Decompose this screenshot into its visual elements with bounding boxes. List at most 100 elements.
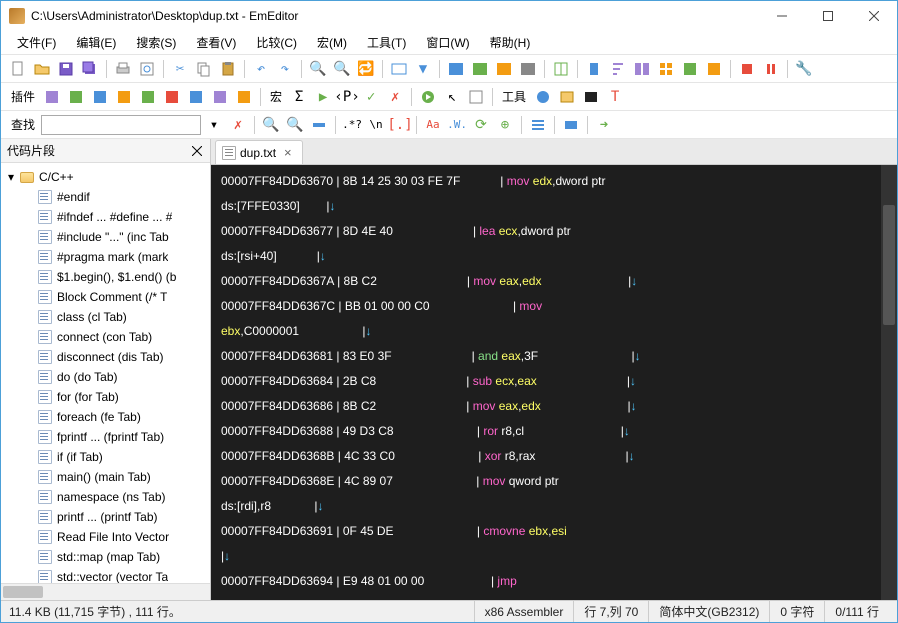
- script-icon[interactable]: [465, 86, 487, 108]
- inc-icon[interactable]: ⊕: [494, 114, 516, 136]
- snippet-item[interactable]: #endif: [1, 187, 210, 207]
- explorer-icon[interactable]: [556, 86, 578, 108]
- snippet-item[interactable]: connect (con Tab): [1, 327, 210, 347]
- bracket-icon[interactable]: [.]: [389, 114, 411, 136]
- findnext-icon[interactable]: 🔍: [331, 58, 353, 80]
- regex-icon[interactable]: .*?: [341, 114, 363, 136]
- saveall-icon[interactable]: [79, 58, 101, 80]
- snippets-tree[interactable]: ▾ C/C++ #endif#ifndef ... #define ... ##…: [1, 163, 210, 583]
- text-icon[interactable]: T: [604, 86, 626, 108]
- snippet-item[interactable]: fprintf ... (fprintf Tab): [1, 427, 210, 447]
- print-icon[interactable]: [112, 58, 134, 80]
- plugin7-icon[interactable]: [185, 86, 207, 108]
- find-close-icon[interactable]: ✗: [227, 114, 249, 136]
- plugin8-icon[interactable]: [209, 86, 231, 108]
- sort-icon[interactable]: [607, 58, 629, 80]
- wrap-icon[interactable]: ⟳: [470, 114, 492, 136]
- snippet-item[interactable]: Block Comment (/* T: [1, 287, 210, 307]
- find-input[interactable]: [41, 115, 201, 135]
- plugin9-icon[interactable]: [233, 86, 255, 108]
- macro-angle-icon[interactable]: ‹P›: [336, 86, 358, 108]
- snippet-item[interactable]: #include "..." (inc Tab: [1, 227, 210, 247]
- snippet-item[interactable]: do (do Tab): [1, 367, 210, 387]
- undo-icon[interactable]: ↶: [250, 58, 272, 80]
- tile-icon[interactable]: [655, 58, 677, 80]
- case-icon[interactable]: Aa: [422, 114, 444, 136]
- plugin2-icon[interactable]: [65, 86, 87, 108]
- run-icon[interactable]: [417, 86, 439, 108]
- paste-icon[interactable]: [217, 58, 239, 80]
- snippet-item[interactable]: foreach (fe Tab): [1, 407, 210, 427]
- escape-icon[interactable]: \n: [365, 114, 387, 136]
- new-icon[interactable]: [7, 58, 29, 80]
- menu-macro[interactable]: 宏(M): [309, 32, 355, 53]
- snippet-item[interactable]: class (cl Tab): [1, 307, 210, 327]
- x1-icon[interactable]: [679, 58, 701, 80]
- editor-vscroll[interactable]: [881, 165, 897, 600]
- settings-icon[interactable]: 🔧: [793, 58, 815, 80]
- sidebar-hscroll[interactable]: [1, 583, 210, 600]
- highlight-icon[interactable]: [308, 114, 330, 136]
- cursor-icon[interactable]: ↖: [441, 86, 463, 108]
- find-icon[interactable]: 🔍: [307, 58, 329, 80]
- menu-edit[interactable]: 编辑(E): [68, 32, 124, 53]
- menu-file[interactable]: 文件(F): [9, 32, 64, 53]
- macro-play-icon[interactable]: ▶: [312, 86, 334, 108]
- grep-icon[interactable]: [388, 58, 410, 80]
- menu-search[interactable]: 搜索(S): [128, 32, 184, 53]
- plugin5-icon[interactable]: [137, 86, 159, 108]
- word-icon[interactable]: .W.: [446, 114, 468, 136]
- macro-x-icon[interactable]: ✗: [384, 86, 406, 108]
- x2-icon[interactable]: [703, 58, 725, 80]
- snippet-item[interactable]: #ifndef ... #define ... #: [1, 207, 210, 227]
- minimize-button[interactable]: [759, 1, 805, 31]
- snippet-item[interactable]: #pragma mark (mark: [1, 247, 210, 267]
- tab-close-icon[interactable]: ×: [284, 145, 292, 160]
- menu-help[interactable]: 帮助(H): [482, 32, 539, 53]
- pause-icon[interactable]: [760, 58, 782, 80]
- snippet-item[interactable]: for (for Tab): [1, 387, 210, 407]
- plugin4-icon[interactable]: [113, 86, 135, 108]
- expander-icon[interactable]: ▾: [5, 171, 17, 183]
- code-view[interactable]: 00007FF84DD63670 | 8B 14 25 30 03 FE 7F …: [211, 165, 897, 600]
- window3-icon[interactable]: [493, 58, 515, 80]
- stop-icon[interactable]: [736, 58, 758, 80]
- tree-root[interactable]: ▾ C/C++: [1, 167, 210, 187]
- replace-icon[interactable]: 🔁: [355, 58, 377, 80]
- bookmark-icon[interactable]: [583, 58, 605, 80]
- maximize-button[interactable]: [805, 1, 851, 31]
- copy-icon[interactable]: [193, 58, 215, 80]
- findprev-icon[interactable]: 🔍: [260, 114, 282, 136]
- preview-icon[interactable]: [136, 58, 158, 80]
- plugin3-icon[interactable]: [89, 86, 111, 108]
- snippet-item[interactable]: Read File Into Vector: [1, 527, 210, 547]
- menu-compare[interactable]: 比较(C): [248, 32, 305, 53]
- plugin6-icon[interactable]: [161, 86, 183, 108]
- csv1-icon[interactable]: [550, 58, 572, 80]
- window1-icon[interactable]: [445, 58, 467, 80]
- macro-check-icon[interactable]: ✓: [360, 86, 382, 108]
- close-button[interactable]: [851, 1, 897, 31]
- window4-icon[interactable]: [517, 58, 539, 80]
- dropdown-icon[interactable]: ▾: [203, 114, 225, 136]
- snippet-item[interactable]: std::vector (vector Ta: [1, 567, 210, 583]
- findnext2-icon[interactable]: 🔍: [284, 114, 306, 136]
- output-icon[interactable]: [560, 114, 582, 136]
- macro-sigma-icon[interactable]: Σ: [288, 86, 310, 108]
- cut-icon[interactable]: ✂: [169, 58, 191, 80]
- plugin1-icon[interactable]: [41, 86, 63, 108]
- snippet-item[interactable]: printf ... (printf Tab): [1, 507, 210, 527]
- tab-dup[interactable]: dup.txt ×: [215, 140, 303, 164]
- redo-icon[interactable]: ↷: [274, 58, 296, 80]
- list-icon[interactable]: [527, 114, 549, 136]
- filter-icon[interactable]: ▼: [412, 58, 434, 80]
- snippet-item[interactable]: if (if Tab): [1, 447, 210, 467]
- cmd-icon[interactable]: [580, 86, 602, 108]
- window2-icon[interactable]: [469, 58, 491, 80]
- snippet-item[interactable]: disconnect (dis Tab): [1, 347, 210, 367]
- snippet-item[interactable]: namespace (ns Tab): [1, 487, 210, 507]
- menu-tools[interactable]: 工具(T): [359, 32, 414, 53]
- panel-close-icon[interactable]: [190, 144, 204, 158]
- menu-view[interactable]: 查看(V): [188, 32, 244, 53]
- go-icon[interactable]: ➜: [593, 114, 615, 136]
